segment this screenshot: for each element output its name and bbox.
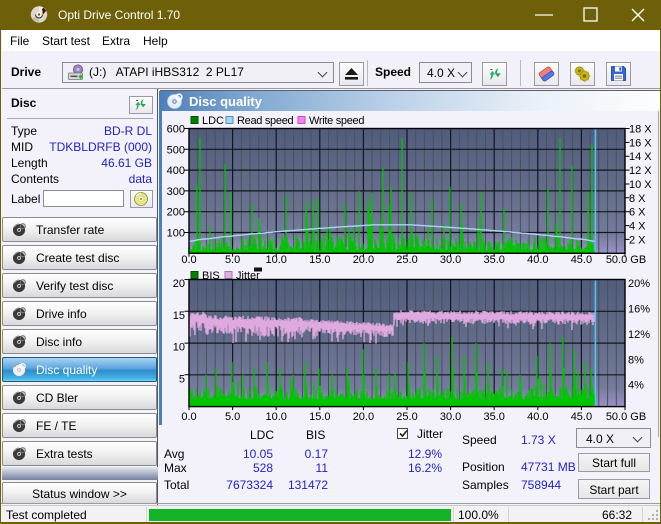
svg-text:10.0: 10.0 [265, 411, 286, 423]
svg-text:100: 100 [167, 228, 185, 240]
svg-text:10 X: 10 X [629, 179, 652, 191]
svg-text:6 X: 6 X [629, 207, 646, 219]
svg-text:12 X: 12 X [629, 165, 652, 177]
svg-text:10: 10 [173, 342, 185, 354]
svg-text:18 X: 18 X [629, 124, 652, 136]
svg-text:35.0: 35.0 [483, 411, 504, 423]
svg-text:4 X: 4 X [629, 221, 646, 233]
svg-text:12%: 12% [628, 329, 650, 341]
svg-text:0.0: 0.0 [181, 254, 196, 266]
svg-text:5.0: 5.0 [225, 254, 240, 266]
svg-text:LDC: LDC [202, 115, 224, 127]
svg-text:16 X: 16 X [629, 137, 652, 149]
svg-text:40.0: 40.0 [527, 254, 548, 266]
svg-text:45.0: 45.0 [571, 254, 592, 266]
svg-text:600: 600 [167, 124, 185, 136]
svg-text:500: 500 [167, 144, 185, 156]
svg-text:400: 400 [167, 165, 185, 177]
svg-text:20.0: 20.0 [353, 254, 374, 266]
svg-text:15.0: 15.0 [309, 254, 330, 266]
svg-text:20%: 20% [628, 278, 650, 290]
svg-text:10.0: 10.0 [265, 254, 286, 266]
svg-text:15: 15 [173, 310, 185, 322]
svg-text:300: 300 [167, 186, 185, 198]
svg-text:8 X: 8 X [629, 193, 646, 205]
svg-text:25.0: 25.0 [396, 411, 417, 423]
svg-text:40.0: 40.0 [527, 411, 548, 423]
svg-text:Write speed: Write speed [309, 115, 364, 127]
svg-text:30.0: 30.0 [440, 411, 461, 423]
svg-text:Read speed: Read speed [237, 115, 294, 127]
svg-text:5: 5 [179, 373, 185, 385]
svg-text:50.0 GB: 50.0 GB [606, 411, 646, 423]
svg-text:20.0: 20.0 [353, 411, 374, 423]
svg-text:15.0: 15.0 [309, 411, 330, 423]
svg-text:8%: 8% [628, 354, 644, 366]
svg-text:200: 200 [167, 207, 185, 219]
svg-text:30.0: 30.0 [440, 254, 461, 266]
svg-text:45.0: 45.0 [571, 411, 592, 423]
svg-text:20: 20 [173, 278, 185, 290]
svg-text:4%: 4% [628, 380, 644, 392]
svg-text:16%: 16% [628, 303, 650, 315]
svg-text:0.0: 0.0 [181, 411, 196, 423]
svg-text:2 X: 2 X [629, 234, 646, 246]
svg-text:14 X: 14 X [629, 151, 652, 163]
svg-text:50.0 GB: 50.0 GB [606, 254, 646, 266]
svg-text:5.0: 5.0 [225, 411, 240, 423]
svg-text:35.0: 35.0 [483, 254, 504, 266]
svg-text:25.0: 25.0 [396, 254, 417, 266]
